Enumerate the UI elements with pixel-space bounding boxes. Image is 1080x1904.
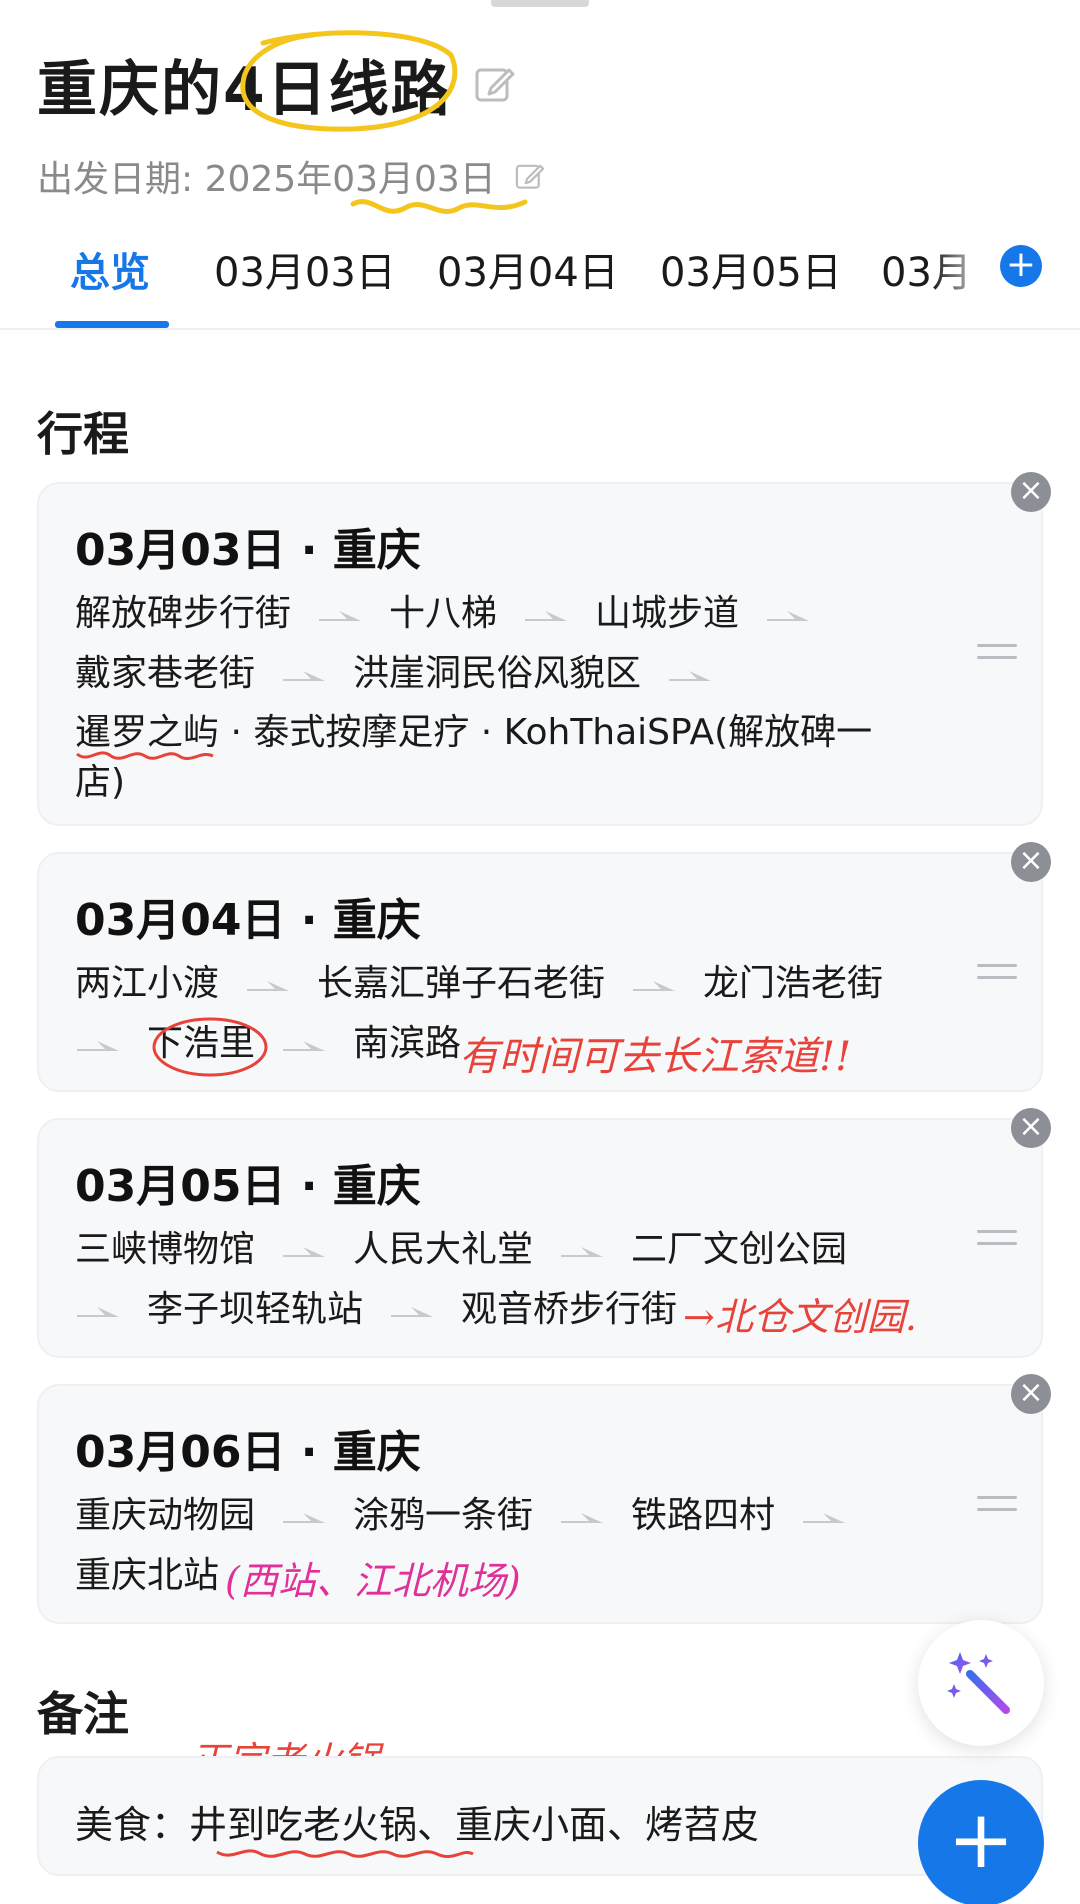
place[interactable]: 二厂文创公园: [631, 1229, 847, 1270]
edit-date-icon[interactable]: [514, 160, 546, 192]
plus-icon: +: [947, 1793, 1015, 1886]
day-route: 解放碑步行街 十八梯 山城步道 戴家巷老街 洪崖洞民俗风貌区 暹罗之屿 · 泰式按摩足…: [75, 584, 935, 813]
trip-header: 重庆的4日线路 出发日期: 2025年03月03日: [37, 29, 1060, 214]
close-icon: ×: [1018, 1375, 1044, 1410]
arrow-right-icon: [283, 1513, 326, 1523]
drag-handle-icon[interactable]: [977, 644, 1017, 668]
notes-card[interactable]: 美食：井到吃老火锅、重庆小面、烤苕皮: [37, 1756, 1043, 1876]
day-card-3[interactable]: 03月05日 · 重庆 三峡博物馆 人民大礼堂 二厂文创公园 李子坝轻轨站 观音桥步行…: [37, 1108, 1051, 1358]
drag-handle-icon[interactable]: [977, 1230, 1017, 1254]
day-card-title: 03月03日 · 重庆: [75, 525, 421, 576]
delete-day-button[interactable]: ×: [1011, 1374, 1051, 1414]
handwritten-note: 有时间可去长江索道!!: [459, 1034, 852, 1080]
itinerary-title: 行程: [37, 407, 129, 461]
add-day-button[interactable]: +: [1000, 245, 1042, 287]
place[interactable]: 人民大礼堂: [353, 1229, 533, 1270]
arrow-right-icon: [77, 1041, 119, 1051]
place[interactable]: 十八梯: [389, 593, 497, 634]
day-card-2[interactable]: 03月04日 · 重庆 两江小渡 长嘉汇弹子石老街 龙门浩老街 下浩里 南滨路 有时间…: [37, 842, 1051, 1092]
place[interactable]: 铁路四村: [631, 1495, 775, 1536]
day-tabs: 总览 03月03日 03月04日 03月05日 03月 +: [0, 222, 1080, 330]
tab-overview[interactable]: 总览: [70, 240, 150, 298]
place[interactable]: 戴家巷老街: [75, 653, 255, 694]
sheet-grabber[interactable]: [491, 0, 589, 7]
delete-day-button[interactable]: ×: [1011, 1108, 1051, 1148]
place[interactable]: 涂鸦一条街: [353, 1495, 533, 1536]
arrow-right-icon: [633, 981, 676, 991]
place[interactable]: 两江小渡: [75, 963, 219, 1004]
arrow-right-icon: [247, 981, 290, 991]
delete-day-button[interactable]: ×: [1011, 842, 1051, 882]
trip-title: 重庆的4日线路: [37, 29, 458, 132]
place[interactable]: 山城步道: [595, 593, 739, 634]
highlight-circle: [152, 1017, 268, 1077]
squiggle-underline: [216, 1849, 474, 1859]
arrow-right-icon: [561, 1513, 604, 1523]
place[interactable]: 李子坝轻轨站: [147, 1289, 363, 1330]
squiggle-underline: [76, 751, 214, 761]
edit-title-icon[interactable]: [473, 62, 517, 106]
departure-date: 出发日期: 2025年03月03日: [37, 150, 1060, 214]
place[interactable]: 观音桥步行街: [461, 1289, 677, 1330]
notes-title: 备注: [37, 1687, 129, 1741]
close-icon: ×: [1018, 473, 1044, 508]
arrow-right-icon: [669, 671, 712, 681]
arrow-right-icon: [283, 1247, 326, 1257]
day-card-title: 03月06日 · 重庆: [75, 1427, 421, 1478]
drag-handle-icon[interactable]: [977, 964, 1017, 988]
close-icon: ×: [1018, 1109, 1044, 1144]
day-card-title: 03月04日 · 重庆: [75, 895, 421, 946]
place[interactable]: 三峡博物馆: [75, 1229, 255, 1270]
plus-icon: +: [1005, 244, 1037, 285]
tab-fade: [932, 222, 992, 322]
handwritten-note: (西站、江北机场): [225, 1559, 521, 1603]
ai-assist-button[interactable]: [918, 1620, 1044, 1746]
arrow-right-icon: [283, 671, 326, 681]
arrow-right-icon: [525, 611, 568, 621]
delete-day-button[interactable]: ×: [1011, 472, 1051, 512]
day-card-title: 03月05日 · 重庆: [75, 1161, 421, 1212]
drag-handle-icon[interactable]: [977, 1496, 1017, 1520]
highlight-circle: [240, 29, 458, 132]
place[interactable]: 南滨路: [353, 1023, 461, 1064]
place[interactable]: 长嘉汇弹子石老街: [317, 963, 605, 1004]
tab-day-1[interactable]: 03月03日: [214, 240, 396, 298]
arrow-right-icon: [803, 1513, 846, 1523]
arrow-right-icon: [319, 611, 362, 621]
day-card-4[interactable]: 03月06日 · 重庆 重庆动物园 涂鸦一条街 铁路四村 重庆北站 (西站、江北机场…: [37, 1374, 1051, 1624]
day-card-1[interactable]: 03月03日 · 重庆 解放碑步行街 十八梯 山城步道 戴家巷老街 洪崖洞民俗风貌区 …: [37, 472, 1051, 826]
active-tab-indicator: [55, 321, 169, 328]
arrow-right-icon: [283, 1041, 326, 1051]
place[interactable]: 洪崖洞民俗风貌区: [353, 653, 641, 694]
arrow-right-icon: [391, 1307, 434, 1317]
arrow-right-icon: [767, 611, 810, 621]
place[interactable]: 重庆北站: [75, 1555, 219, 1596]
place[interactable]: 解放碑步行街: [75, 593, 291, 634]
add-button[interactable]: +: [918, 1780, 1044, 1904]
handwritten-note: →北仓文创园.: [683, 1295, 917, 1339]
place[interactable]: 龙门浩老街: [703, 963, 883, 1004]
close-icon: ×: [1018, 843, 1044, 878]
arrow-right-icon: [561, 1247, 604, 1257]
notes-text: 美食：井到吃老火锅、重庆小面、烤苕皮: [75, 1803, 760, 1847]
place[interactable]: 重庆动物园: [75, 1495, 255, 1536]
arrow-right-icon: [77, 1307, 119, 1317]
tab-day-3[interactable]: 03月05日: [660, 240, 842, 298]
magic-wand-icon: [947, 1652, 1010, 1714]
highlight-underline: [350, 199, 528, 214]
tab-day-2[interactable]: 03月04日: [437, 240, 619, 298]
